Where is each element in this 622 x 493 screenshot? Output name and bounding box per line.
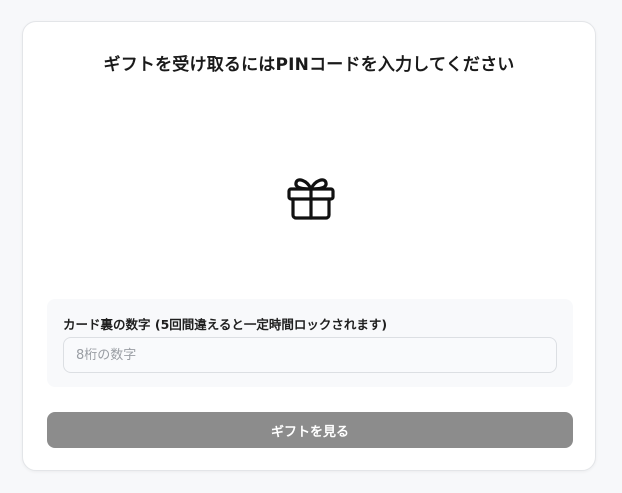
gift-claim-card: ギフトを受け取るにはPINコードを入力してください カード裏の数字 (5回間違え… — [22, 21, 596, 471]
pin-input[interactable] — [63, 337, 557, 373]
view-gift-button[interactable]: ギフトを見る — [47, 412, 573, 448]
pin-field-group: カード裏の数字 (5回間違えると一定時間ロックされます) — [47, 299, 573, 387]
gift-icon — [287, 178, 335, 220]
pin-field-label: カード裏の数字 (5回間違えると一定時間ロックされます) — [63, 317, 388, 332]
page-title: ギフトを受け取るにはPINコードを入力してください — [103, 55, 515, 75]
